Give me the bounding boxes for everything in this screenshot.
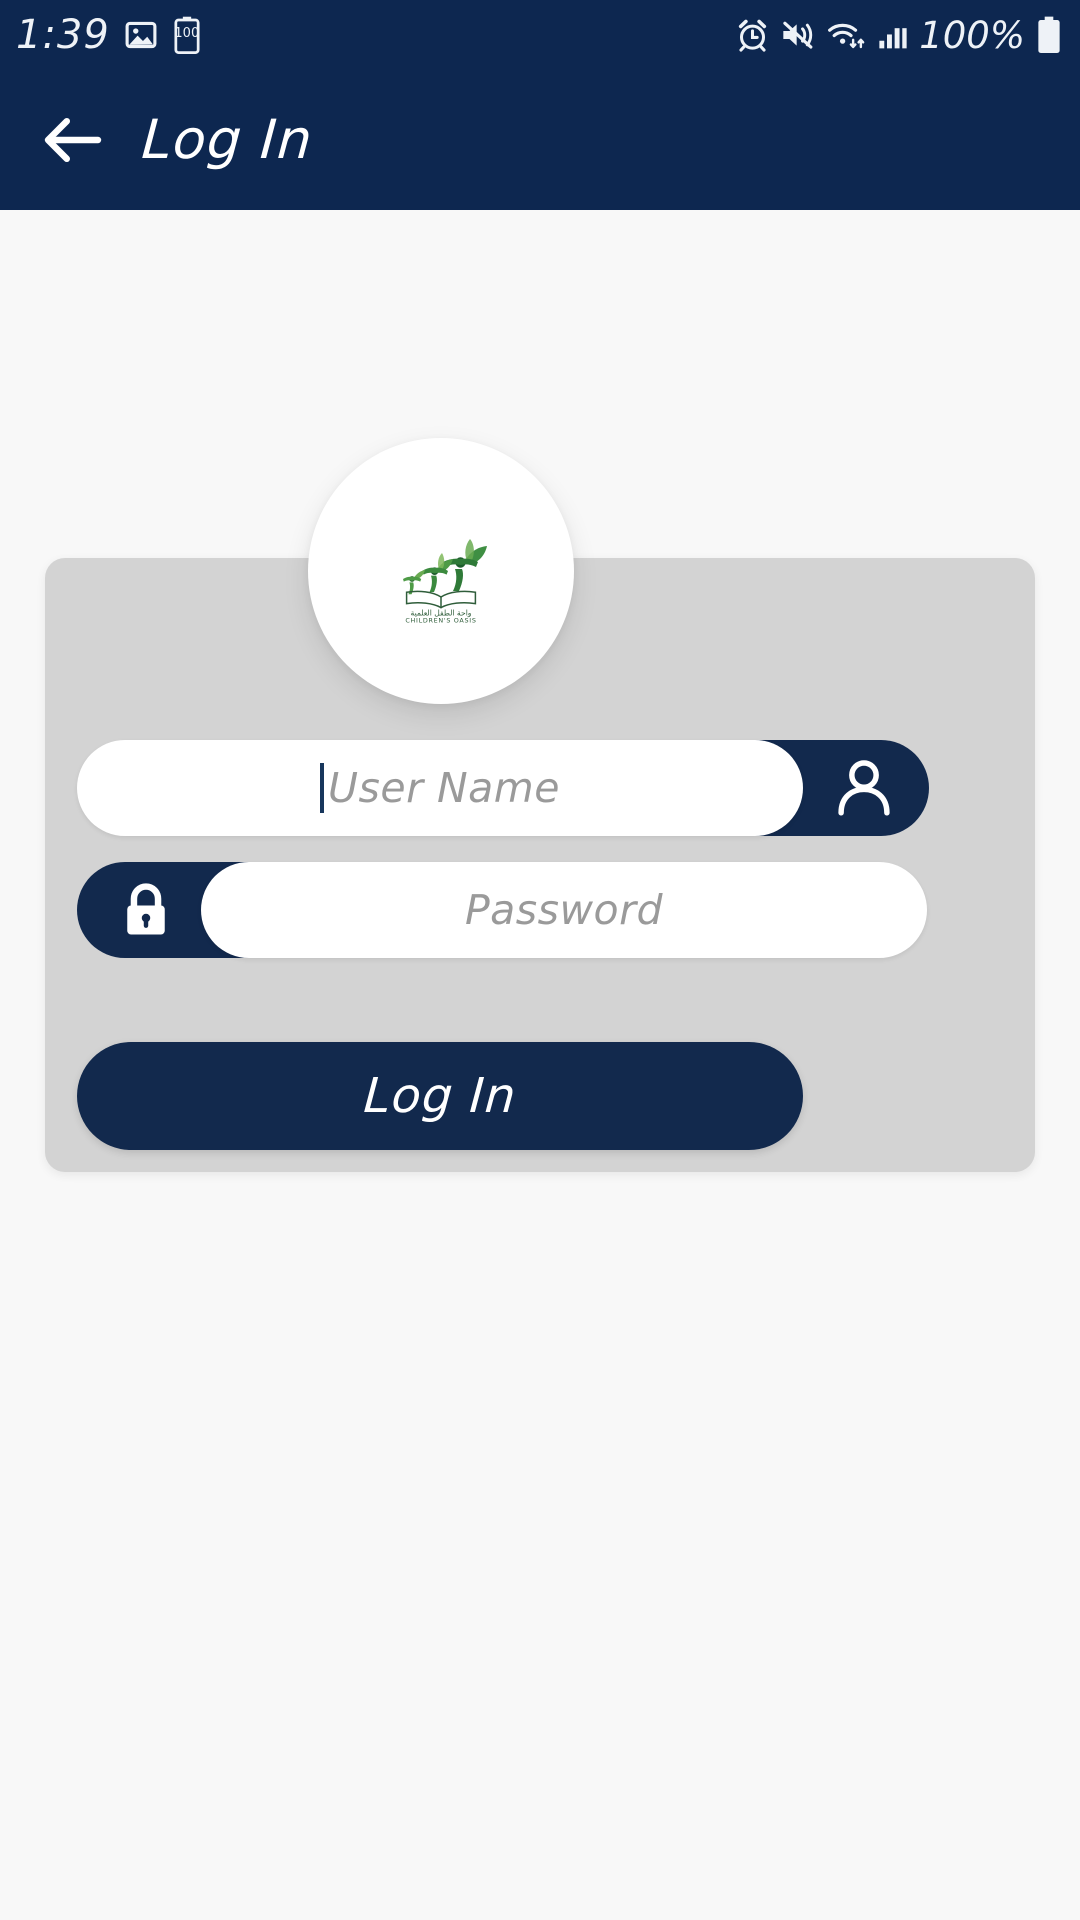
app-bar: Log In: [0, 70, 1080, 210]
username-input[interactable]: User Name: [77, 740, 803, 836]
back-button[interactable]: [24, 92, 120, 188]
status-bar: 1:39 100 100%: [0, 0, 1080, 70]
vibrate-mute-icon: [783, 21, 813, 49]
password-input[interactable]: Password: [201, 862, 927, 958]
status-bar-left: 1:39 100: [16, 15, 202, 55]
username-field-row[interactable]: User Name: [77, 740, 929, 836]
password-field-row[interactable]: Password: [77, 862, 927, 958]
childrens-oasis-logo: واحة الطفل العلمية CHILDREN'S OASIS: [403, 539, 487, 625]
battery-percent-label: 100%: [919, 13, 1025, 57]
status-bar-clock: 1:39: [16, 12, 110, 58]
status-bar-right: 100%: [736, 16, 1062, 54]
password-placeholder: Password: [464, 886, 664, 934]
alarm-icon: [739, 19, 767, 52]
signal-bars-icon: [879, 28, 907, 49]
text-cursor: [320, 763, 325, 813]
person-icon: [838, 760, 890, 816]
battery-icon: [1038, 16, 1060, 53]
login-button-label: Log In: [361, 1068, 519, 1124]
logo-latin-text: CHILDREN'S OASIS: [405, 617, 476, 625]
wifi-icon: [828, 23, 865, 49]
login-screen: 1:39 100 100% Log In واحة الطفل العلمية …: [0, 0, 1080, 1920]
lock-icon: [127, 883, 165, 935]
username-placeholder: User Name: [328, 764, 560, 812]
logo-badge: واحة الطفل العلمية CHILDREN'S OASIS: [308, 438, 574, 704]
back-arrow-icon: [44, 118, 102, 162]
page-title: Log In: [139, 108, 315, 171]
battery-saver-label: 100: [174, 26, 200, 41]
battery-saver-100-icon: 100: [172, 16, 202, 54]
login-button[interactable]: Log In: [77, 1042, 803, 1150]
photo-icon: [125, 21, 157, 49]
